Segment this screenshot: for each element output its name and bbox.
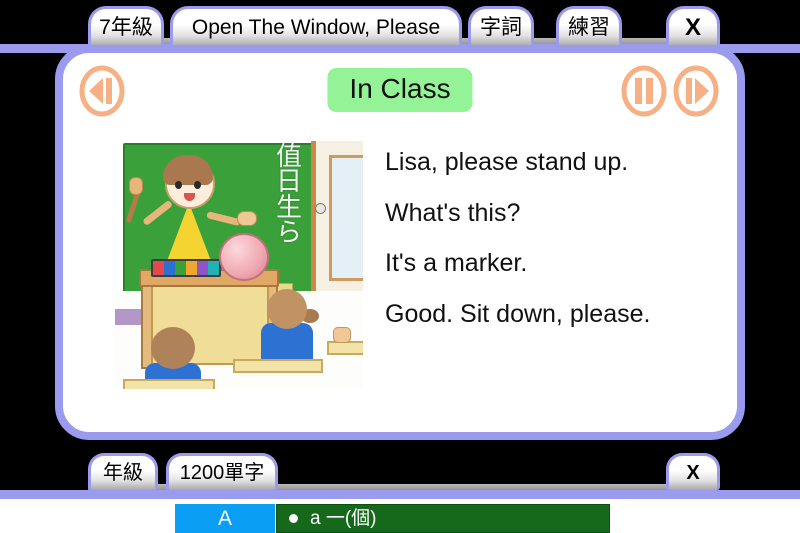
pause-button[interactable] [621,65,667,117]
teacher-body [167,203,211,261]
tab-label: Open The Window, Please [191,16,441,39]
teacher-eye-left [175,181,182,189]
close-icon: X [686,462,700,484]
panel-body: 值日生ら Lisa, please stand up. What's this?… [63,123,737,432]
marker-box [151,259,221,277]
dialogue-list: Lisa, please stand up. What's this? It's… [363,123,737,432]
word-list-strip: A a 一(個) [0,499,800,533]
teacher-hand-right [237,211,257,226]
tab-grade[interactable]: 年級 [88,453,158,490]
bottom-tab-bar: 年級 1200單字 X [0,452,800,500]
door-knob [315,203,326,214]
bullet-icon [289,514,298,523]
letter-button-a[interactable]: A [175,504,275,533]
tab-label: 7年級 [99,16,153,39]
classroom-illustration: 值日生ら [115,141,363,389]
door-window [329,155,363,281]
tab-label: 字詞 [480,16,522,39]
letter-label: A [217,507,232,530]
tab-1200-words[interactable]: 1200單字 [166,453,278,490]
tab-grade-7[interactable]: 7年級 [88,6,164,46]
previous-icon [79,65,125,117]
student-desk-b [233,359,323,373]
illustration-container: 值日生ら [63,123,363,432]
balloon [219,233,269,281]
pause-icon [621,65,667,117]
page-title: In Class [327,68,473,113]
teacher-hand-left [129,177,143,195]
previous-button[interactable] [79,65,125,117]
tab-lesson-title[interactable]: Open The Window, Please [170,6,462,46]
panel-header: In Class [63,53,737,123]
tab-practice[interactable]: 練習 [556,6,622,46]
word-entry-row[interactable]: a 一(個) [276,504,610,533]
page-title-text: In Class [349,73,451,104]
teacher-eye-right [194,181,201,189]
student-desk-a [123,379,215,389]
lesson-panel: In Class 值日生ら Lisa, please stand up. Wha… [55,45,745,440]
student-a-head [151,327,195,369]
word-entry-text: a 一(個) [310,508,377,529]
student-desk-c [327,341,363,355]
dialogue-line: It's a marker. [385,249,528,277]
tab-vocabulary[interactable]: 字詞 [468,6,534,46]
close-icon: X [684,13,701,41]
tab-label: 1200單字 [179,462,265,484]
tab-close-bottom[interactable]: X [666,453,720,490]
dialogue-line: What's this? [385,198,521,227]
bottom-tab-rail [0,490,800,499]
next-button[interactable] [673,65,719,117]
dialogue-line: Good. Sit down, please. [385,299,651,328]
tab-label: 練習 [568,16,610,39]
tab-label: 年級 [103,462,143,484]
student-c-hand [333,327,351,343]
tab-close-top[interactable]: X [666,6,720,46]
student-b-head [267,289,307,329]
dialogue-line: Lisa, please stand up. [385,148,629,176]
next-icon [673,65,719,117]
blackboard-text: 值日生ら [275,142,302,249]
